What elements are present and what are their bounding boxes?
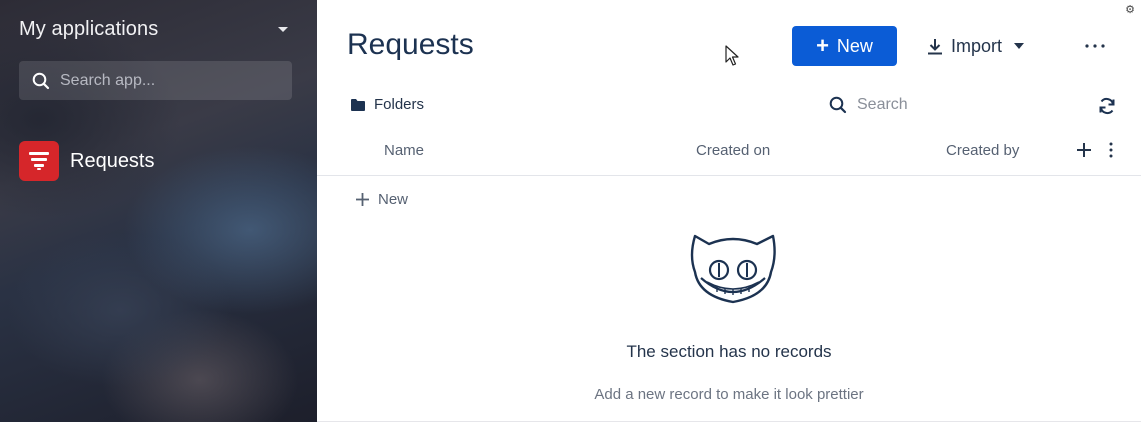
import-button[interactable]: Import	[927, 30, 1025, 62]
chevron-down-icon[interactable]	[278, 26, 288, 32]
mouse-cursor-icon	[725, 45, 739, 66]
page-title: Requests	[347, 28, 474, 61]
column-menu-icon[interactable]	[1106, 140, 1116, 160]
column-header-created-on[interactable]: Created on	[696, 142, 770, 159]
header-divider	[317, 175, 1141, 176]
empty-state-title: The section has no records	[626, 342, 832, 361]
column-header-created-by[interactable]: Created by	[946, 142, 1019, 159]
new-record-button[interactable]: + New	[792, 26, 897, 66]
search-icon	[32, 72, 50, 89]
app-item-label: Requests	[70, 149, 155, 172]
refresh-icon[interactable]	[1097, 96, 1117, 116]
plus-icon: +	[816, 33, 829, 58]
download-icon	[928, 38, 942, 54]
new-button-label: New	[836, 35, 873, 56]
plus-icon	[356, 193, 369, 206]
add-column-icon[interactable]	[1074, 140, 1094, 160]
app-search-input[interactable]	[60, 71, 280, 90]
empty-state-subtitle: Add a new record to make it look prettie…	[594, 386, 864, 403]
chevron-down-icon	[1014, 43, 1025, 49]
sidebar: My applications Requests	[0, 0, 317, 422]
more-options-icon[interactable]	[1083, 34, 1107, 58]
add-new-record-link[interactable]: New	[355, 191, 408, 208]
app-search-box[interactable]	[19, 61, 292, 100]
records-search-input[interactable]	[857, 96, 1017, 114]
add-new-label: New	[378, 191, 409, 208]
records-search-box[interactable]	[829, 94, 1029, 116]
folder-icon	[351, 98, 365, 111]
applications-header[interactable]: My applications	[19, 16, 294, 42]
search-icon	[829, 96, 847, 114]
app-item-requests[interactable]: Requests	[19, 141, 155, 181]
folders-label: Folders	[374, 96, 425, 113]
column-header-name[interactable]: Name	[384, 142, 424, 159]
applications-title: My applications	[19, 17, 159, 40]
cat-illustration-icon	[690, 234, 776, 304]
folders-toggle[interactable]: Folders	[350, 96, 424, 113]
gear-icon[interactable]: ⚙	[1124, 4, 1136, 16]
import-button-label: Import	[951, 35, 1003, 56]
requests-app-icon	[19, 141, 59, 181]
